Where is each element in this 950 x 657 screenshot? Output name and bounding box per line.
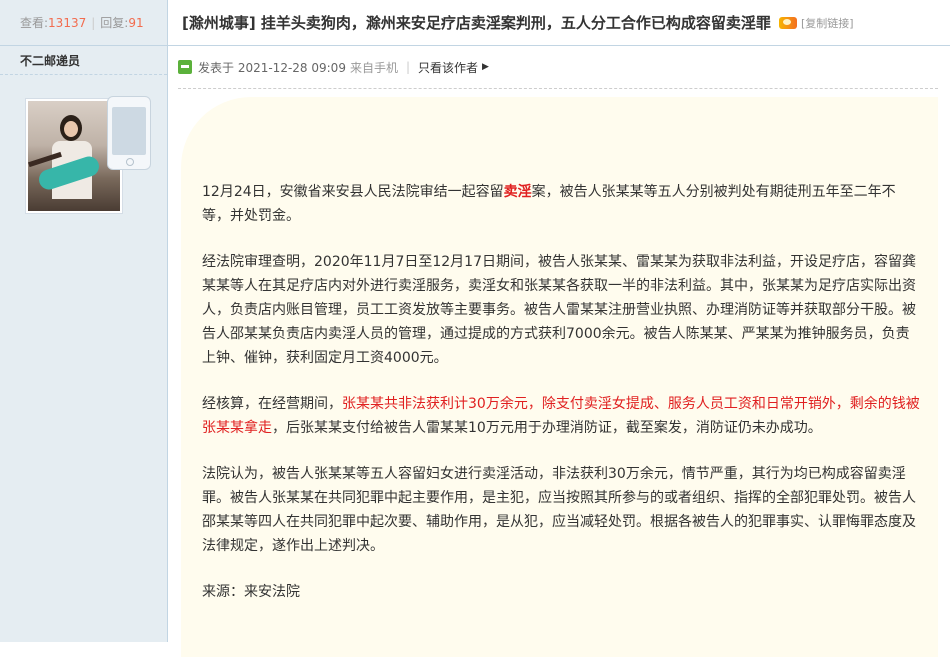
only-author-link[interactable]: 只看该作者 [418,59,478,76]
paragraph-2: 经法院审理查明，2020年11月7日至12月17日期间，被告人张某某、雷某某为获… [202,254,916,366]
author-username[interactable]: 不二邮递员 [20,52,80,69]
post-via: 来自手机 [349,60,398,75]
view-count: 13137 [48,15,87,30]
paragraph-3: 经核算，在经营期间，张某某共非法获利计30万余元，除支付卖淫女提成、服务人员工资… [202,392,923,440]
hot-icon [778,16,797,29]
dropdown-triangle-icon[interactable]: ▶ [482,62,489,72]
author-name-row: 不二邮递员 [0,46,167,75]
p1-highlight: 卖淫 [503,184,532,200]
apple-icon [112,107,146,155]
reply-label: 回复: [100,16,129,30]
thread-title: [滁州城事] 挂羊头卖狗肉，滁州来安足疗店卖淫案判刑，五人分工合作已构成容留卖淫… [182,14,771,32]
copy-link-button[interactable]: [复制链接] [801,15,854,31]
post-meta: 发表于 2021-12-28 09:09 来自手机 | 只看该作者 ▶ [178,56,489,78]
p3-text-a: 经核算，在经营期间， [202,396,342,412]
stats-divider: | [91,15,96,30]
reply-count: 91 [128,15,144,30]
meta-divider: | [405,60,411,74]
avatar-face [64,121,78,137]
avatar-area [25,96,151,216]
thread-stats: 查看: 13137 | 回复: 91 [0,0,167,46]
meta-divider-line [178,88,938,89]
post-time: 发表于 2021-12-28 09:09 [198,60,346,75]
p1-text-a: 12月24日，安徽省来安县人民法院审结一起容留 [202,184,504,200]
post-content: 12月24日，安徽省来安县人民法院审结一起容留卖淫案，被告人张某某等五人分别被判… [181,97,938,657]
view-label: 查看: [20,16,49,30]
online-status-icon [178,60,192,74]
mobile-phone-icon [107,96,151,170]
paragraph-4: 法院认为，被告人张某某等五人容留妇女进行卖淫活动，非法获利30万余元，情节严重，… [202,466,916,554]
phone-home-button [126,158,134,166]
paragraph-1: 12月24日，安徽省来安县人民法院审结一起容留卖淫案，被告人张某某等五人分别被判… [202,180,923,228]
p3-text-b: ，后张某某支付给被告人雷某某10万元用于办理消防证，截至案发，消防证仍未办成功。 [272,420,822,436]
thread-title-bar: [滁州城事] 挂羊头卖狗肉，滁州来安足疗店卖淫案判刑，五人分工合作已构成容留卖淫… [168,0,950,46]
post-body: 12月24日，安徽省来安县人民法院审结一起容留卖淫案，被告人张某某等五人分别被判… [202,180,923,626]
source-line: 来源：来安法院 [202,584,300,600]
post-sidebar: 查看: 13137 | 回复: 91 不二邮递员 [0,0,168,642]
